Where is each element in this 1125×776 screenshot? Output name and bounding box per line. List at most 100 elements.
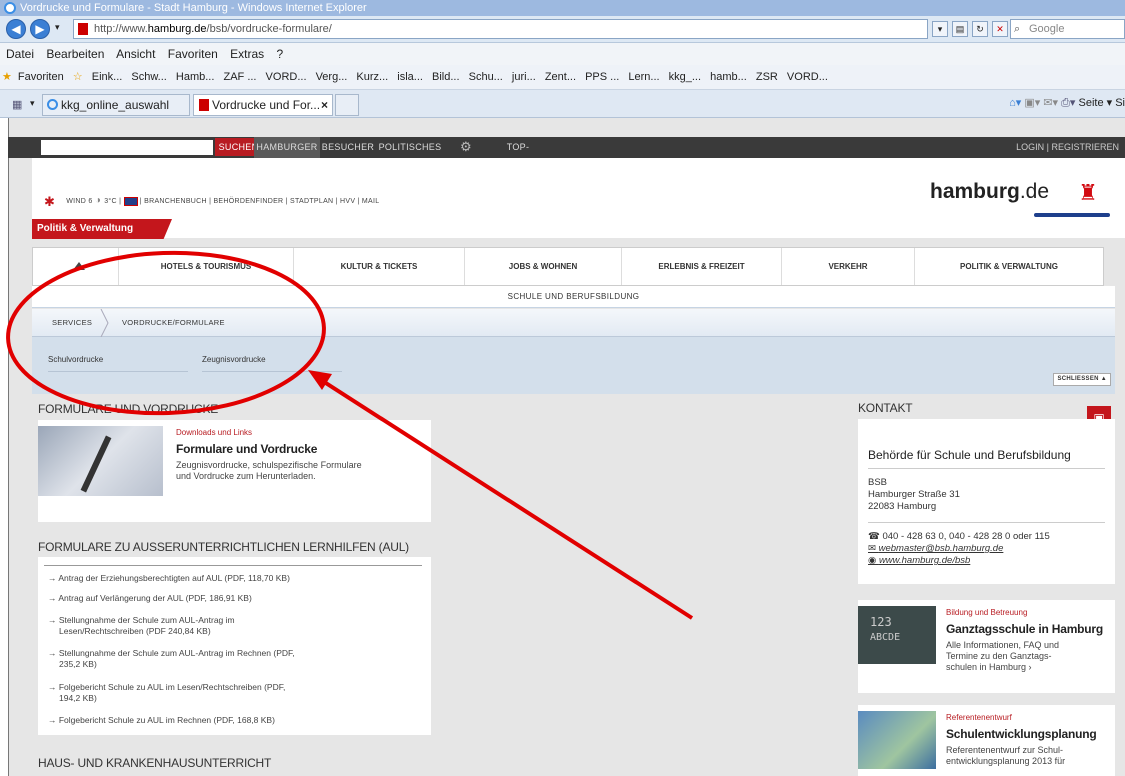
- list-item[interactable]: → Folgebericht Schule zu AUL im Lesen/Re…: [48, 682, 398, 704]
- sublink-schulvordrucke[interactable]: Schulvordrucke: [48, 347, 188, 372]
- search-input[interactable]: ⌕ Google: [1010, 19, 1125, 39]
- dropdown-icon[interactable]: ▾: [932, 21, 948, 37]
- url-prefix: http://www.: [94, 23, 148, 35]
- topnav-top-services[interactable]: TOP-SERVICES: [483, 137, 553, 173]
- print-icon[interactable]: ⎙▾: [1061, 97, 1075, 109]
- fav-item[interactable]: Verg...: [316, 71, 348, 83]
- section-heading-formulare: FORMULARE UND VORDRUCKE: [38, 402, 219, 416]
- mail-icon[interactable]: ✉▾: [1043, 97, 1058, 109]
- nav-verkehr[interactable]: VERKEHR: [782, 248, 915, 285]
- sublink-zeugnisvordrucke[interactable]: Zeugnisvordrucke: [202, 347, 342, 372]
- quick-tabs-icon[interactable]: ▦: [12, 98, 22, 111]
- fav-item[interactable]: Kurz...: [356, 71, 388, 83]
- nav-erlebnis[interactable]: ERLEBNIS & FREIZEIT: [622, 248, 782, 285]
- list-item[interactable]: → Stellungnahme der Schule zum AUL-Antra…: [48, 648, 398, 670]
- fav-item[interactable]: isla...: [397, 71, 423, 83]
- fav-item[interactable]: VORD...: [787, 71, 828, 83]
- forward-icon[interactable]: ▶: [30, 19, 50, 39]
- url-path: /bsb/vordrucke-formulare/: [206, 23, 332, 35]
- favorites-button[interactable]: Favoriten: [18, 71, 64, 83]
- fav-item[interactable]: hamb...: [710, 71, 747, 83]
- tab-close-icon[interactable]: ×: [321, 95, 328, 115]
- service-links[interactable]: BRANCHENBUCH | BEHÖRDENFINDER | STADTPLA…: [144, 198, 379, 205]
- stop-icon[interactable]: ✕: [992, 21, 1008, 37]
- tab-vordrucke[interactable]: Vordrucke und For... ×: [193, 94, 333, 116]
- fav-item[interactable]: Bild...: [432, 71, 460, 83]
- fav-item[interactable]: VORD...: [266, 71, 307, 83]
- menu-favoriten[interactable]: Favoriten: [168, 47, 218, 61]
- separator: |: [119, 197, 122, 205]
- contact-web[interactable]: ◉ www.hamburg.de/bsb: [868, 555, 970, 567]
- close-panel-button[interactable]: SCHLIESSEN ▲: [1053, 373, 1111, 386]
- address-bar[interactable]: http://www.hamburg.de/bsb/vordrucke-form…: [73, 19, 928, 39]
- list-item[interactable]: → Antrag auf Verlängerung der AUL (PDF, …: [48, 593, 398, 604]
- gear-icon[interactable]: ⚙: [460, 139, 472, 155]
- menu-ansicht[interactable]: Ansicht: [116, 47, 155, 61]
- nav-home[interactable]: [33, 248, 119, 285]
- compat-icon[interactable]: ▤: [952, 21, 968, 37]
- tab-kkg[interactable]: kkg_online_auswahl: [42, 94, 190, 116]
- breadcrumb-services[interactable]: SERVICES: [52, 309, 92, 337]
- menu-datei[interactable]: Datei: [6, 47, 34, 61]
- ganztag-card[interactable]: 123 ABCDE Bildung und Betreuung Ganztagss…: [858, 600, 1115, 693]
- uk-flag-icon[interactable]: [123, 196, 138, 206]
- topnav-besucher[interactable]: BESUCHER: [320, 137, 376, 158]
- formulare-card[interactable]: Downloads und Links Formulare und Vordru…: [38, 420, 431, 522]
- fav-item[interactable]: ZAF ...: [223, 71, 256, 83]
- section-heading-aul: FORMULARE ZU AUSSERUNTERRICHTLICHEN LERN…: [38, 540, 409, 554]
- card-title[interactable]: Formulare und Vordrucke: [176, 442, 317, 456]
- page-menu[interactable]: Seite ▾: [1079, 97, 1113, 109]
- history-dropdown-icon[interactable]: ▾: [55, 22, 60, 33]
- list-item[interactable]: → Stellungnahme der Schule zum AUL-Antra…: [48, 615, 398, 637]
- card-desc-line[interactable]: schulen in Hamburg ›: [946, 662, 1032, 673]
- nav-jobs[interactable]: JOBS & WOHNEN: [465, 248, 622, 285]
- topnav-hamburger[interactable]: HAMBURGER: [254, 137, 320, 158]
- back-icon[interactable]: ◀: [6, 19, 26, 39]
- login-link[interactable]: LOGIN | REGISTRIEREN: [1016, 137, 1119, 158]
- card-kicker: Bildung und Betreuung: [946, 608, 1028, 617]
- referentenentwurf-card[interactable]: Referentenentwurf Schulentwicklungsplanu…: [858, 705, 1115, 776]
- add-favorite-icon[interactable]: ☆: [73, 71, 83, 83]
- card-title[interactable]: Schulentwicklungsplanung: [946, 727, 1097, 741]
- fav-item[interactable]: Schw...: [131, 71, 166, 83]
- section-badge[interactable]: Politik & Verwaltung: [32, 219, 172, 239]
- card-title[interactable]: Ganztagsschule in Hamburg: [946, 622, 1103, 636]
- email-link[interactable]: webmaster@bsb.hamburg.de: [879, 543, 1004, 554]
- fav-item[interactable]: Hamb...: [176, 71, 215, 83]
- fav-item[interactable]: ZSR: [756, 71, 778, 83]
- breadcrumb-vordrucke[interactable]: VORDRUCKE/FORMULARE: [122, 309, 225, 337]
- fav-item[interactable]: juri...: [512, 71, 536, 83]
- menu-help[interactable]: ?: [277, 47, 284, 61]
- site-search-input[interactable]: [41, 140, 213, 155]
- topnav-politisches[interactable]: POLITISCHES: [378, 137, 442, 158]
- subnav-heading[interactable]: SCHULE UND BERUFSBILDUNG: [32, 286, 1115, 308]
- wind-label: WIND 6: [66, 197, 93, 205]
- fav-item[interactable]: Schu...: [469, 71, 503, 83]
- nav-kultur[interactable]: KULTUR & TICKETS: [294, 248, 465, 285]
- list-item[interactable]: → Folgebericht Schule zu AUL im Rechnen …: [48, 715, 398, 726]
- tab-list-icon[interactable]: ▾: [30, 98, 35, 109]
- fav-item[interactable]: Lern...: [628, 71, 659, 83]
- site-header: ✱ WIND 6 ◑ 3°C | | BRANCHENBUCH | BEHÖRD…: [32, 158, 1125, 239]
- safety-menu[interactable]: Si: [1115, 97, 1125, 109]
- fav-item[interactable]: PPS ...: [585, 71, 619, 83]
- section-heading-kontakt: KONTAKT: [858, 401, 913, 415]
- site-favicon-icon: [78, 23, 88, 35]
- contact-email[interactable]: ✉ webmaster@bsb.hamburg.de: [868, 543, 1003, 555]
- site-topbar: SUCHEN HAMBURGER BESUCHER POLITISCHES ⚙ …: [8, 137, 1125, 173]
- pen-writing-image: [38, 426, 163, 496]
- feeds-icon[interactable]: ▣▾: [1024, 97, 1040, 109]
- new-tab-button[interactable]: [335, 94, 359, 116]
- fav-item[interactable]: Eink...: [92, 71, 123, 83]
- menu-extras[interactable]: Extras: [230, 47, 264, 61]
- hamburg-logo[interactable]: hamburg.de: [930, 180, 1049, 204]
- list-item[interactable]: → Antrag der Erziehungsberechtigten auf …: [48, 573, 398, 584]
- web-link[interactable]: www.hamburg.de/bsb: [879, 555, 970, 566]
- refresh-icon[interactable]: ↻: [972, 21, 988, 37]
- menu-bearbeiten[interactable]: Bearbeiten: [46, 47, 104, 61]
- fav-item[interactable]: Zent...: [545, 71, 576, 83]
- nav-hotels[interactable]: HOTELS & TOURISMUS: [119, 248, 294, 285]
- nav-politik[interactable]: POLITIK & VERWALTUNG: [915, 248, 1103, 285]
- fav-item[interactable]: kkg_...: [669, 71, 701, 83]
- home-icon[interactable]: ⌂▾: [1009, 97, 1021, 109]
